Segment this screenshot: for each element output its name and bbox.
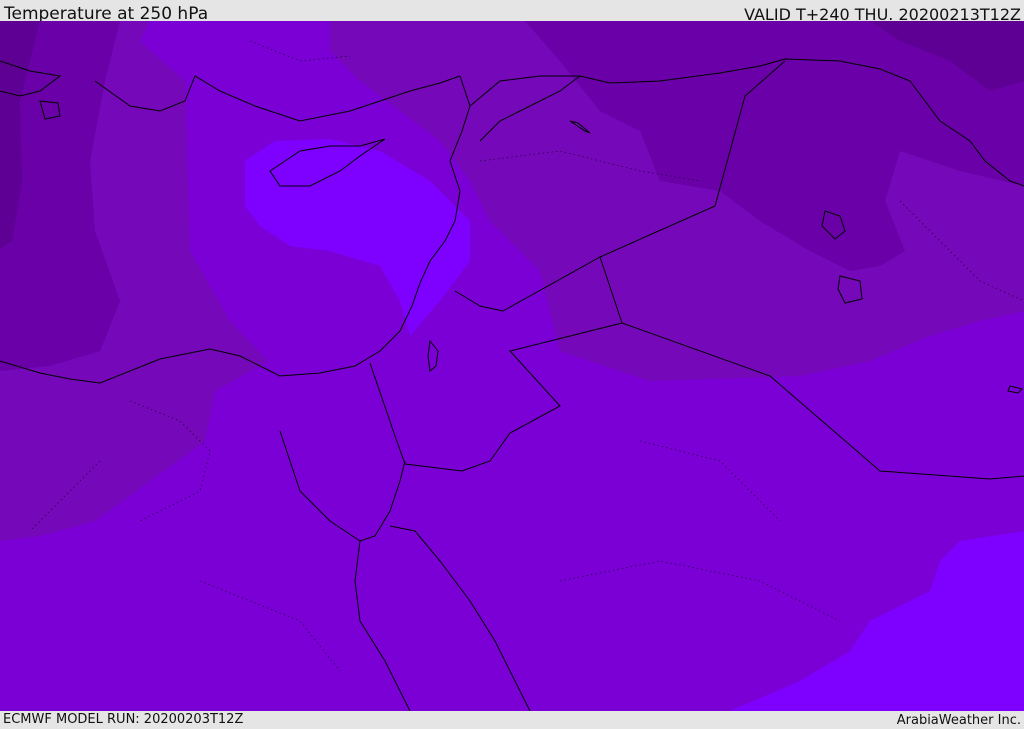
header-bar: Temperature at 250 hPa VALID T+240 THU. …	[0, 0, 1024, 24]
footer-bar: ECMWF MODEL RUN: 20200203T12Z ArabiaWeat…	[0, 711, 1024, 729]
temperature-map[interactable]	[0, 21, 1024, 711]
map-frame: Temperature at 250 hPa VALID T+240 THU. …	[0, 0, 1024, 729]
credit: ArabiaWeather Inc.	[896, 713, 1021, 728]
model-run: ECMWF MODEL RUN: 20200203T12Z	[3, 712, 244, 727]
map-canvas	[0, 21, 1024, 711]
